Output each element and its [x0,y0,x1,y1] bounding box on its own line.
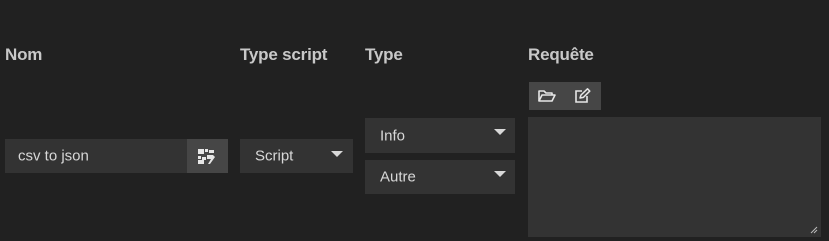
generate-icon [198,149,215,164]
column-header-type-script: Type script [240,45,328,64]
type-select-primary[interactable]: Info [365,118,515,153]
chevron-down-icon [494,129,506,135]
generate-button[interactable] [187,139,228,173]
name-input[interactable]: csv to json [5,139,187,173]
type-select-primary-value: Info [380,127,406,144]
resize-handle-icon[interactable] [810,226,818,234]
chevron-down-icon [494,171,506,177]
script-type-select[interactable]: Script [240,139,353,173]
name-input-value: csv to json [18,147,89,165]
type-select-secondary-value: Autre [380,168,416,186]
request-toolbar [529,82,601,110]
chevron-down-icon [331,151,343,157]
column-header-requete: Requête [528,45,594,64]
script-type-select-value: Script [255,147,294,165]
open-file-button[interactable] [529,82,565,110]
type-select-secondary[interactable]: Autre [365,160,515,194]
request-textarea[interactable] [528,117,821,237]
folder-open-icon [538,90,556,102]
column-header-nom: Nom [5,45,43,64]
edit-request-button[interactable] [565,82,601,110]
edit-icon [575,88,591,103]
column-header-type: Type [365,45,403,64]
